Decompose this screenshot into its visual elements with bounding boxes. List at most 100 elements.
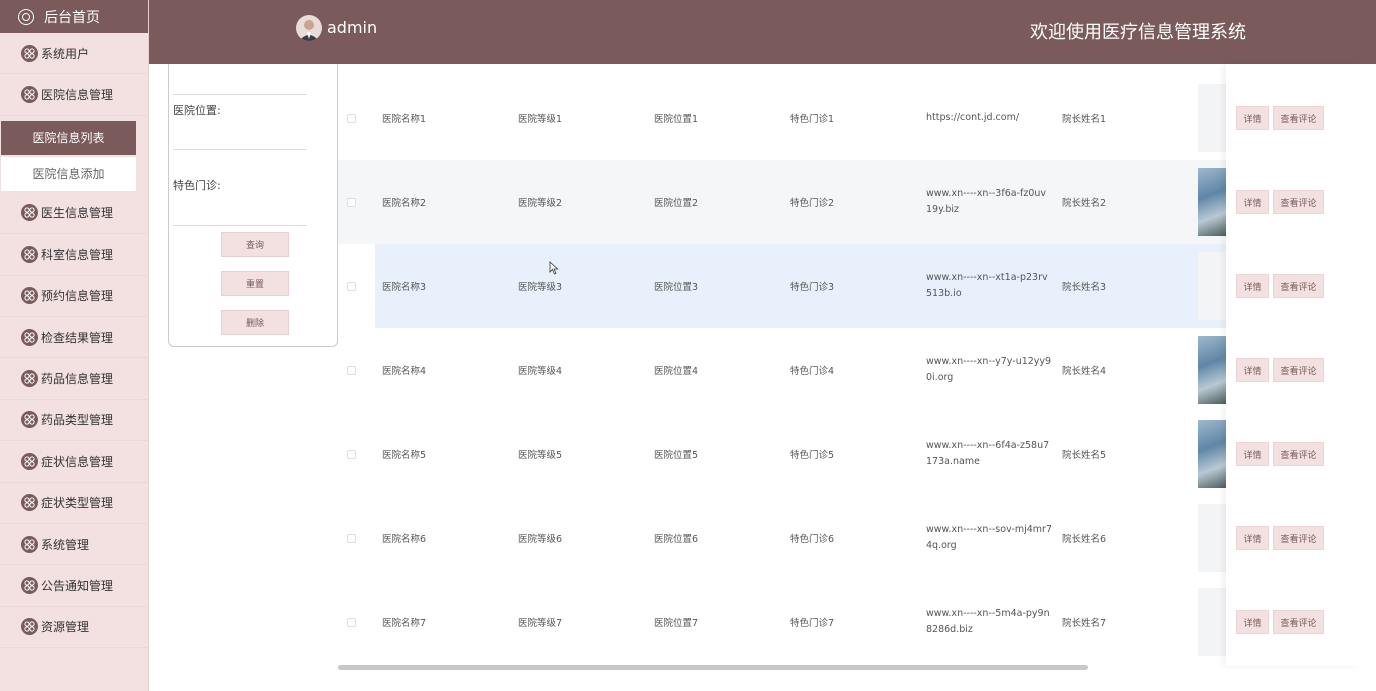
view-comments-button[interactable]: 查看评论 (1273, 610, 1324, 634)
row-checkbox[interactable] (347, 282, 356, 291)
delete-button[interactable]: 删除 (221, 310, 289, 335)
table-row[interactable]: 医院名称2 医院等级2 医院位置2 特色门诊2 www.xn----xn--3f6a-f… (338, 160, 1362, 244)
detail-button[interactable]: 详情 (1236, 274, 1269, 298)
detail-button[interactable]: 详情 (1236, 442, 1269, 466)
view-comments-button[interactable]: 查看评论 (1273, 358, 1324, 382)
row-checkbox[interactable] (347, 114, 356, 123)
table-row[interactable]: 医院名称3 医院等级3 医院位置3 特色门诊3 www.xn----xn--xt1a-p… (375, 244, 1362, 328)
sidebar-menu-item[interactable]: 检查结果管理 (0, 317, 148, 359)
website-cell: https://cont.jd.com/ (926, 112, 1020, 123)
sidebar-menu-label: 系统用户 (41, 46, 90, 61)
sidebar-sub-hospital-add[interactable]: 医院信息添加 (1, 156, 136, 191)
sidebar-menu-label: 检查结果管理 (41, 330, 114, 345)
hospital-location-cell: 医院位置5 (654, 450, 699, 461)
query-button[interactable]: 查询 (221, 232, 289, 257)
sidebar-menu-item[interactable]: 科室信息管理 (0, 234, 148, 276)
avatar[interactable] (296, 15, 322, 41)
website-cell: www.xn----xn--y7y-u12yy90i.org (926, 356, 1052, 383)
detail-button[interactable]: 详情 (1236, 610, 1269, 634)
sidebar-home[interactable]: 后台首页 (0, 0, 148, 33)
sidebar-menu-label: 医生信息管理 (41, 206, 114, 221)
hospital-level-cell: 医院等级2 (518, 198, 563, 209)
clinic-input[interactable] (173, 225, 307, 226)
sidebar-menu-label: 医院信息管理 (41, 88, 114, 103)
hospital-name-cell: 医院名称3 (382, 282, 427, 293)
view-comments-button[interactable]: 查看评论 (1273, 274, 1324, 298)
grid-circle-icon (21, 328, 38, 346)
sidebar-menu-item[interactable]: 资源管理 (0, 607, 148, 649)
grid-circle-icon (21, 452, 38, 470)
sidebar-menu-label: 预约信息管理 (41, 289, 114, 304)
row-checkbox[interactable] (347, 450, 356, 459)
hospital-image (1198, 252, 1226, 320)
dean-cell: 院长姓名2 (1062, 198, 1107, 209)
table-row[interactable]: 医院名称7 医院等级7 医院位置7 特色门诊7 www.xn----xn--5m4a-p… (338, 580, 1362, 662)
name-input[interactable] (173, 94, 307, 95)
clinic-cell: 特色门诊1 (790, 114, 835, 125)
grid-circle-icon (21, 86, 38, 104)
hospital-level-cell: 医院等级1 (518, 114, 563, 125)
location-input[interactable] (173, 149, 307, 150)
website-cell: www.xn----xn--sov-mj4mr74q.org (926, 524, 1053, 551)
row-checkbox[interactable] (347, 534, 356, 543)
detail-button[interactable]: 详情 (1236, 190, 1269, 214)
dean-cell: 院长姓名3 (1062, 282, 1107, 293)
table-row[interactable]: 医院名称6 医院等级6 医院位置6 特色门诊6 www.xn----xn--sov-mj… (338, 496, 1362, 580)
sidebar-home-label: 后台首页 (44, 9, 100, 26)
sidebar-menu-item[interactable]: 症状类型管理 (0, 483, 148, 524)
mouse-cursor-icon (549, 261, 559, 275)
top-header: admin 欢迎使用医疗信息管理系统 (149, 0, 1376, 64)
reset-button[interactable]: 重置 (221, 271, 289, 296)
sidebar-menu-item[interactable]: 预约信息管理 (0, 276, 148, 317)
website-cell: www.xn----xn--6f4a-z58u7173a.name (926, 440, 1050, 467)
hospital-name-cell: 医院名称6 (382, 534, 427, 545)
sidebar-menu-item[interactable]: 医生信息管理 (0, 193, 148, 235)
sidebar-menu-label: 公告通知管理 (41, 578, 114, 593)
row-checkbox[interactable] (347, 618, 356, 627)
location-label: 医院位置: (173, 104, 221, 117)
view-comments-button[interactable]: 查看评论 (1273, 442, 1324, 466)
sidebar-menu-item[interactable]: 症状信息管理 (0, 441, 148, 483)
hospital-image (1198, 588, 1226, 656)
view-comments-button[interactable]: 查看评论 (1273, 190, 1324, 214)
row-checkbox[interactable] (347, 366, 356, 375)
hospital-location-cell: 医院位置6 (654, 534, 699, 545)
hospital-table: 医院名称1 医院等级1 医院位置1 特色门诊1 https://cont.jd.com/… (338, 64, 1362, 662)
table-row[interactable]: 医院名称1 医院等级1 医院位置1 特色门诊1 https://cont.jd.com/… (338, 76, 1362, 160)
table-row[interactable]: 医院名称4 医院等级4 医院位置4 特色门诊4 www.xn----xn--y7y-u1… (338, 328, 1362, 412)
clinic-label: 特色门诊: (173, 179, 221, 192)
detail-button[interactable]: 详情 (1236, 106, 1269, 130)
sidebar-menu-item[interactable]: 药品信息管理 (0, 358, 148, 400)
sidebar-menu-item[interactable]: 医院信息管理 (0, 74, 148, 116)
detail-button[interactable]: 详情 (1236, 358, 1269, 382)
username[interactable]: admin (327, 18, 377, 37)
grid-circle-icon (21, 576, 38, 594)
view-comments-button[interactable]: 查看评论 (1273, 106, 1324, 130)
hospital-location-cell: 医院位置2 (654, 198, 699, 209)
sidebar-menu-label: 科室信息管理 (41, 247, 114, 262)
hospital-level-cell: 医院等级3 (518, 282, 563, 293)
dean-cell: 院长姓名5 (1062, 450, 1107, 461)
search-panel: 医院位置: 特色门诊: 查询 重置 删除 (168, 64, 338, 347)
hospital-level-cell: 医院等级7 (518, 618, 563, 629)
dean-cell: 院长姓名1 (1062, 114, 1107, 125)
site-title: 欢迎使用医疗信息管理系统 (1030, 22, 1246, 43)
hospital-image (1198, 504, 1226, 572)
view-comments-button[interactable]: 查看评论 (1273, 526, 1324, 550)
sidebar-menu-label: 资源管理 (41, 620, 90, 635)
hospital-name-cell: 医院名称7 (382, 618, 427, 629)
website-cell: www.xn----xn--5m4a-py9n8286d.biz (926, 608, 1050, 635)
sidebar-menu-item[interactable]: 系统用户 (0, 33, 148, 75)
detail-button[interactable]: 详情 (1236, 526, 1269, 550)
hospital-location-cell: 医院位置7 (654, 618, 699, 629)
table-row[interactable]: 医院名称5 医院等级5 医院位置5 特色门诊5 www.xn----xn--6f4a-z… (338, 412, 1362, 496)
sidebar-menu-item[interactable]: 药品类型管理 (0, 400, 148, 442)
sidebar-sub-hospital-list[interactable]: 医院信息列表 (1, 120, 136, 155)
sidebar-menu-item[interactable]: 系统管理 (0, 524, 148, 566)
row-checkbox[interactable] (347, 198, 356, 207)
sidebar-menu-item[interactable]: 公告通知管理 (0, 565, 148, 607)
website-cell: www.xn----xn--xt1a-p23rv513b.io (926, 272, 1048, 299)
horizontal-scrollbar[interactable] (338, 665, 1088, 670)
grid-circle-icon (21, 287, 38, 305)
hospital-location-cell: 医院位置4 (654, 366, 699, 377)
